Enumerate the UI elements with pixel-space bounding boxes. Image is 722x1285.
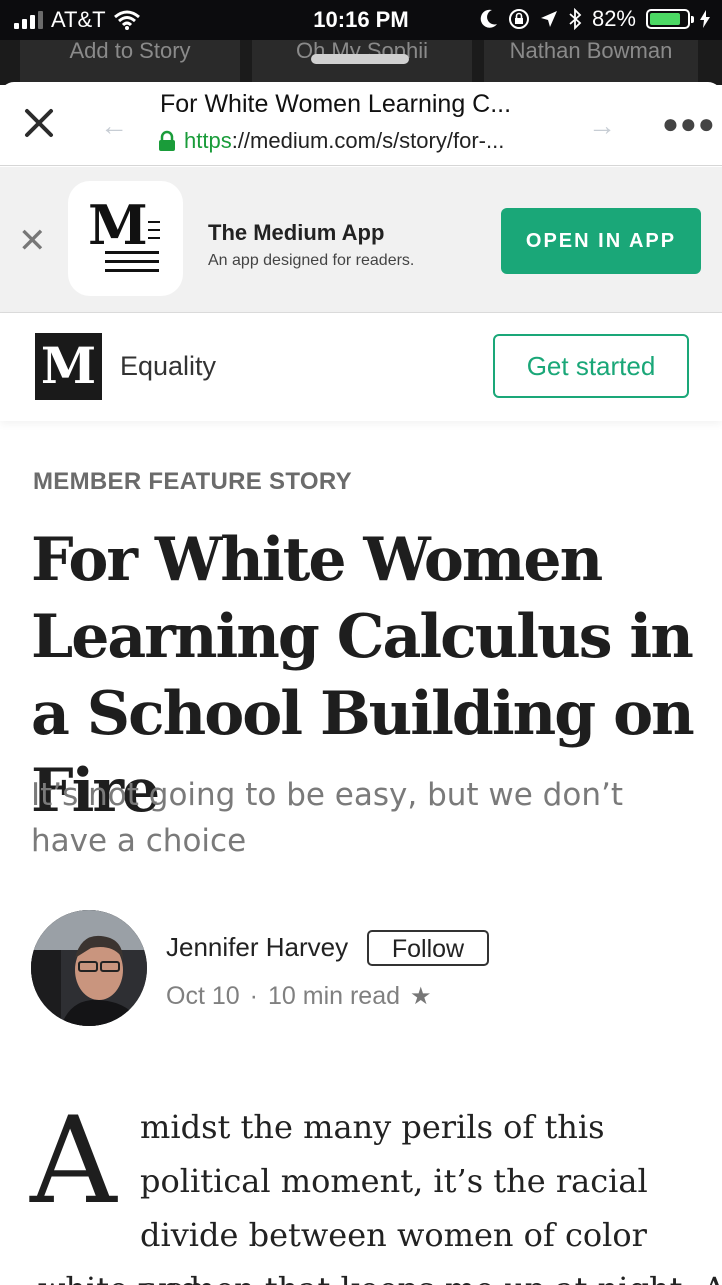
story-kicker: MEMBER FEATURE STORY [33,468,352,495]
background-tab[interactable]: Nathan Bowman [484,40,698,85]
back-arrow-icon[interactable]: ← [100,110,128,142]
status-right: 82% [480,6,710,32]
get-started-button[interactable]: Get started [493,334,689,398]
drop-cap: A [30,1092,117,1231]
battery-fill [650,13,680,25]
article-subtitle: It’s not going to be easy, but we don’t … [31,777,623,859]
url-path: ://medium.com/s/story/for-... [231,128,505,153]
open-in-app-button[interactable]: OPEN IN APP [501,208,701,274]
rotation-lock-icon [508,9,529,29]
publish-date: Oct 10 [166,982,240,1010]
lock-icon [159,130,175,151]
follow-button[interactable]: Follow [367,930,489,966]
article-body-lead: midst the many perils of this political … [140,1108,648,1285]
app-install-banner: ✕ M The Medium App An app designed for r… [0,167,722,313]
drag-handle[interactable] [311,54,409,64]
battery-icon [646,9,694,29]
publication-header: M Equality Get started [0,313,722,421]
close-icon[interactable] [22,106,56,140]
app-name: The Medium App [208,220,385,245]
moon-icon [480,9,497,28]
bluetooth-icon [569,8,582,30]
publication-name[interactable]: Equality [120,351,216,382]
forward-arrow-icon[interactable]: → [588,110,616,142]
more-options-icon[interactable]: ●●● [662,108,716,140]
location-arrow-icon [540,11,557,27]
url-scheme: https [184,128,232,153]
medium-app-icon: M [68,181,183,296]
medium-logo[interactable]: M [35,333,102,400]
app-description: An app designed for readers. [208,252,415,269]
page-title: For White Women Learning C... [160,90,512,118]
article-meta: Oct 10 · 10 min read ★ [166,982,432,1011]
url-field[interactable]: https://medium.com/s/story/for-... [158,128,578,154]
status-bar: AT&T 10:16 PM 82% [0,0,722,40]
background-tab[interactable]: Add to Story [20,40,240,85]
browser-header: ← For White Women Learning C... https://… [0,82,722,166]
author-avatar[interactable] [31,910,147,1026]
battery-percent: 82% [591,6,636,31]
author-name[interactable]: Jennifer Harvey [166,932,348,963]
charging-bolt-icon [700,10,710,28]
author-photo [31,910,147,1026]
article-body-continued: white women that keeps me up at night. A [38,1262,722,1285]
app-icon-letter: M [88,193,148,257]
star-icon: ★ [410,983,432,1010]
dismiss-banner-icon[interactable]: ✕ [18,224,47,258]
meta-separator: · [249,982,258,1010]
read-time: 10 min read [267,982,401,1010]
